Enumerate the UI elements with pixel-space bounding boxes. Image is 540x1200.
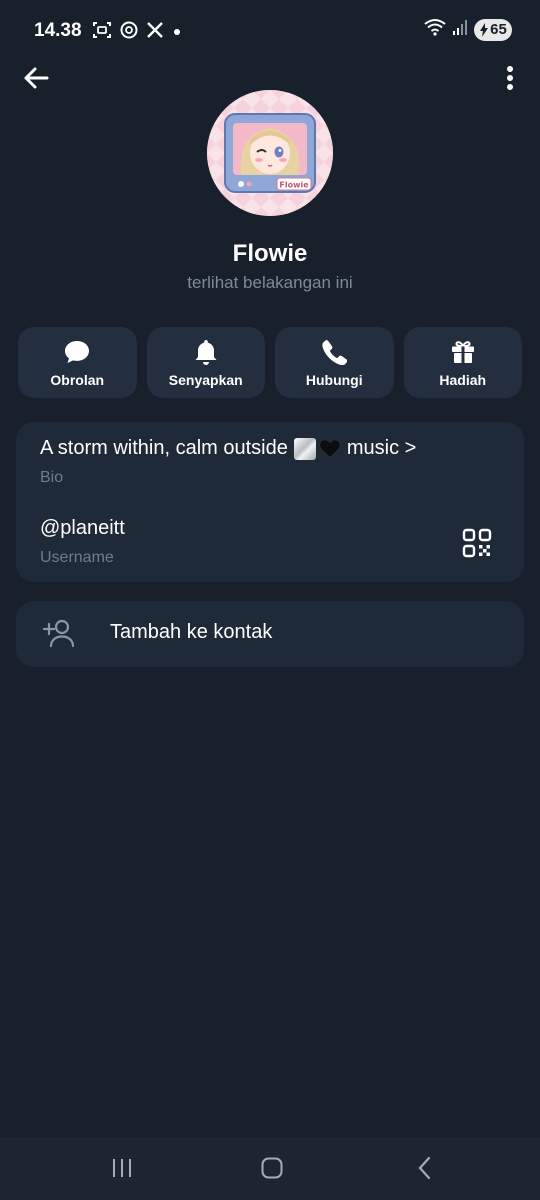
threads-icon — [120, 20, 138, 45]
nav-back-button[interactable] — [410, 1156, 440, 1185]
chat-button-label: Obrolan — [50, 371, 105, 388]
back-chevron-icon — [416, 1156, 434, 1185]
battery-level: 65 — [490, 21, 507, 38]
bio-text-end: music > — [346, 437, 417, 459]
qr-code-button[interactable] — [462, 528, 492, 558]
system-navigation-bar — [0, 1137, 540, 1200]
recent-apps-button[interactable] — [107, 1157, 137, 1183]
profile-screen: 14.38 65 Flowie Flowie terlihat belakang… — [0, 0, 540, 1200]
status-bar: 14.38 65 — [0, 0, 540, 60]
qr-code-icon — [462, 528, 492, 562]
add-contact-label: Tambah ke kontak — [110, 621, 273, 643]
screenshot-icon — [92, 20, 112, 45]
gift-button[interactable]: Hadiah — [403, 327, 522, 398]
action-buttons-row: Obrolan Senyapkan Hubungi Hadiah — [18, 327, 522, 398]
black-heart-icon — [319, 438, 341, 459]
profile-info-card: A storm within, calm outside music > Bio… — [16, 422, 524, 582]
wifi-icon — [424, 18, 446, 41]
home-button[interactable] — [257, 1157, 287, 1183]
username-label: Username — [40, 549, 114, 566]
mute-button[interactable]: Senyapkan — [146, 327, 265, 398]
arrow-left-icon — [23, 66, 49, 95]
avatar[interactable]: Flowie — [207, 90, 333, 216]
avatar-caption: Flowie — [279, 181, 309, 190]
add-person-icon — [42, 618, 76, 650]
emoji-storm-icon — [293, 437, 316, 460]
more-vertical-icon — [506, 65, 514, 96]
signal-icon — [452, 18, 468, 41]
back-button[interactable] — [20, 64, 52, 96]
mute-button-label: Senyapkan — [168, 371, 243, 388]
chat-button[interactable]: Obrolan — [18, 327, 137, 398]
bio-text[interactable]: A storm within, calm outside music > — [40, 437, 416, 460]
profile-name: Flowie — [232, 240, 308, 267]
more-options-button[interactable] — [498, 64, 522, 96]
call-button-label: Hubungi — [305, 371, 363, 388]
gift-icon — [450, 338, 476, 366]
status-system-icons: 65 — [424, 18, 512, 41]
chat-bubble-icon — [63, 338, 91, 366]
status-notification-icons — [92, 20, 182, 45]
home-icon — [260, 1156, 284, 1185]
bell-icon — [194, 338, 218, 366]
x-icon — [146, 21, 164, 44]
bio-label: Bio — [40, 469, 64, 486]
phone-icon — [321, 338, 348, 366]
battery-charging-icon: 65 — [474, 18, 512, 41]
dot-icon — [172, 24, 182, 42]
add-contact-button[interactable]: Tambah ke kontak — [16, 601, 524, 667]
bio-text-start: A storm within, calm outside — [40, 437, 288, 459]
status-time: 14.38 — [34, 20, 82, 41]
gift-button-label: Hadiah — [439, 371, 487, 388]
recent-apps-icon — [110, 1157, 134, 1184]
last-seen-status: terlihat belakangan ini — [187, 273, 353, 292]
call-button[interactable]: Hubungi — [275, 327, 394, 398]
username-value[interactable]: @planeitt — [40, 517, 125, 540]
